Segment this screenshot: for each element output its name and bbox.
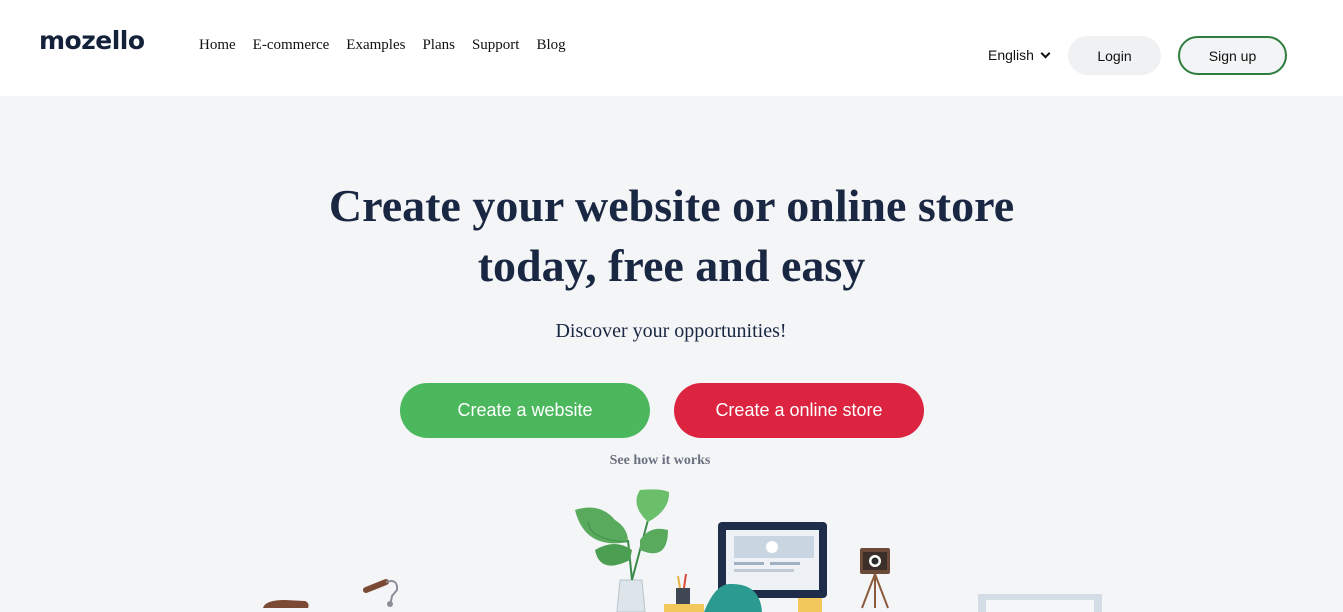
plant-icon [575,489,670,612]
language-label: English [988,47,1034,63]
chevron-down-icon [1040,48,1051,58]
signup-button[interactable]: Sign up [1178,36,1287,75]
hero-title-line-1: Create your website or online store [328,180,1015,231]
main-nav: Home E-commerce Examples Plans Support B… [199,36,583,54]
language-selector[interactable]: English [988,46,1051,64]
nav-item-examples[interactable]: Examples [346,36,405,54]
bicycle-icon [263,579,399,608]
pencil-cup-icon [664,573,704,612]
nav-item-blog[interactable]: Blog [536,36,565,54]
hero-illustration [263,489,1102,612]
hero-title-line-2: today, free and easy [477,240,866,291]
see-how-it-works-link[interactable]: See how it works [560,452,760,469]
create-website-button[interactable]: Create a website [400,383,650,438]
create-store-button[interactable]: Create a online store [674,383,924,438]
mozello-logo[interactable]: mozello [39,28,145,53]
login-button[interactable]: Login [1068,36,1161,75]
monitor-icon [704,522,827,612]
hero-subtitle: Discover your opportunities! [555,320,787,342]
site-header: mozello Home E-commerce Examples Plans S… [0,0,1343,96]
frame-icon [978,594,1102,612]
camera-icon [860,548,890,609]
nav-item-plans[interactable]: Plans [422,36,455,54]
nav-item-support[interactable]: Support [472,36,520,54]
nav-item-ecommerce[interactable]: E-commerce [253,36,330,54]
nav-item-home[interactable]: Home [199,36,236,54]
hero-title: Create your website or online store toda… [200,176,1143,296]
